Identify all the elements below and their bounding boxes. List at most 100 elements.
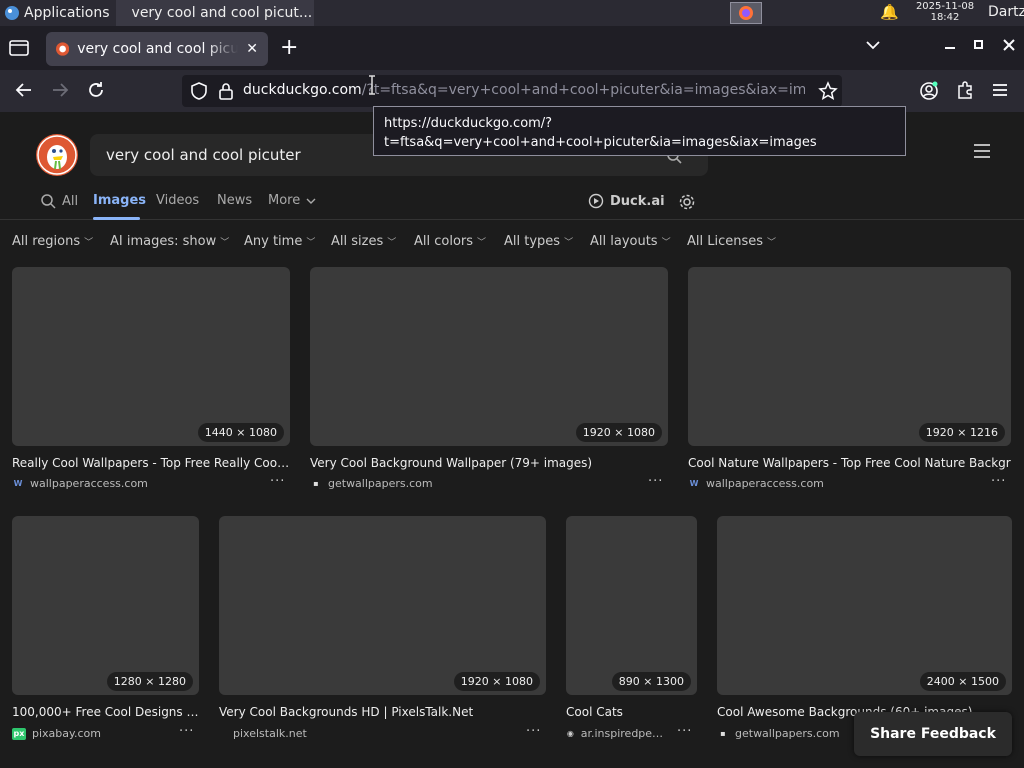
more-options-icon[interactable]: ··· xyxy=(179,724,194,739)
user-menu[interactable]: Dartz xyxy=(988,4,1024,20)
result-title[interactable]: Really Cool Wallpapers - Top Free Really… xyxy=(12,456,290,470)
image-result[interactable]: 1920 × 1080 Very Cool Background Wallpap… xyxy=(310,267,668,497)
result-source-label: pixabay.com xyxy=(32,727,101,740)
filter-ai-images[interactable]: AI images: show ﹀ xyxy=(110,234,229,249)
result-source-label: wallpaperaccess.com xyxy=(30,477,148,490)
tooltip-line-1: https://duckduckgo.com/? xyxy=(384,116,553,131)
gear-icon[interactable] xyxy=(678,193,696,211)
new-tab-button[interactable]: + xyxy=(280,36,298,60)
result-title[interactable]: Very Cool Background Wallpaper (79+ imag… xyxy=(310,456,668,470)
filter-time[interactable]: Any time ﹀ xyxy=(244,234,315,249)
result-title[interactable]: Cool Nature Wallpapers - Top Free Cool N… xyxy=(688,456,1011,470)
duckduckgo-logo[interactable] xyxy=(36,134,78,176)
chat-bubble-icon xyxy=(588,193,604,209)
image-dimensions: 890 × 1300 xyxy=(611,672,691,691)
more-options-icon[interactable]: ··· xyxy=(270,474,285,489)
tab-news[interactable]: News xyxy=(217,193,252,208)
filter-regions[interactable]: All regions ﹀ xyxy=(12,234,93,249)
app-menu-icon[interactable] xyxy=(991,80,1009,100)
url-bar[interactable]: duckduckgo.com/?t=ftsa&q=very+cool+and+c… xyxy=(182,75,842,107)
result-thumbnail[interactable] xyxy=(12,516,199,695)
hamburger-menu-icon[interactable] xyxy=(972,142,992,160)
notification-bell-icon[interactable]: 🔔 xyxy=(880,3,899,21)
result-thumbnail[interactable] xyxy=(688,267,1011,446)
result-source[interactable]: pixelstalk.net xyxy=(219,727,499,740)
image-result[interactable]: 1440 × 1080 Really Cool Wallpapers - Top… xyxy=(12,267,290,497)
firefox-view-icon[interactable] xyxy=(8,38,30,58)
result-source-label: ar.inspiredpencil.com xyxy=(580,727,666,740)
tab-all[interactable]: All xyxy=(40,193,78,209)
filter-sizes[interactable]: All sizes ﹀ xyxy=(331,234,396,249)
chevron-down-icon[interactable] xyxy=(864,38,882,52)
result-source[interactable]: ◉ ar.inspiredpencil.com xyxy=(566,727,666,740)
clock[interactable]: 2025-11-08 18:42 xyxy=(912,1,978,23)
tab-title: very cool and cool picuter at DuckDuckGo xyxy=(77,41,239,57)
result-source[interactable]: Wwallpaperaccess.com xyxy=(12,477,252,490)
more-options-icon[interactable]: ··· xyxy=(991,474,1006,489)
forward-arrow-icon[interactable] xyxy=(50,80,70,100)
result-title[interactable]: Very Cool Backgrounds HD | PixelsTalk.Ne… xyxy=(219,705,546,719)
image-result[interactable]: 1280 × 1280 100,000+ Free Cool Designs &… xyxy=(12,516,199,748)
workspace-switcher[interactable] xyxy=(730,2,762,24)
source-favicon-icon xyxy=(219,728,227,740)
lock-icon[interactable] xyxy=(218,81,234,101)
close-window-icon[interactable] xyxy=(1002,38,1016,52)
result-thumbnail[interactable] xyxy=(310,267,668,446)
minimize-icon[interactable] xyxy=(943,38,957,52)
tab-more-label: More xyxy=(268,193,301,208)
close-tab-icon[interactable]: ✕ xyxy=(246,41,258,57)
url-text[interactable]: duckduckgo.com/?t=ftsa&q=very+cool+and+c… xyxy=(243,82,805,98)
taskbar-window-firefox[interactable]: very cool and cool picut... xyxy=(115,0,314,26)
chevron-down-icon: ﹀ xyxy=(387,238,397,248)
source-favicon-icon: W xyxy=(689,478,699,488)
tracking-protection-shield-icon[interactable] xyxy=(190,81,208,101)
bookmark-star-icon[interactable] xyxy=(818,81,838,101)
tab-more[interactable]: More xyxy=(268,193,316,208)
account-icon[interactable] xyxy=(918,80,940,102)
result-title[interactable]: Cool Cats xyxy=(566,705,697,719)
duck-ai-link[interactable]: Duck.ai xyxy=(588,193,665,209)
image-result[interactable]: 1920 × 1080 Very Cool Backgrounds HD | P… xyxy=(219,516,546,748)
reload-icon[interactable] xyxy=(86,80,106,100)
extensions-puzzle-icon[interactable] xyxy=(955,80,975,100)
tab-videos[interactable]: Videos xyxy=(156,193,199,208)
result-source[interactable]: Wwallpaperaccess.com xyxy=(688,477,978,490)
source-favicon-icon: ▪ xyxy=(720,728,726,738)
result-thumbnail[interactable] xyxy=(12,267,290,446)
result-source[interactable]: px pixabay.com xyxy=(12,727,162,740)
search-icon xyxy=(41,194,56,209)
image-result[interactable]: 1920 × 1216 Cool Nature Wallpapers - Top… xyxy=(688,267,1011,497)
applications-menu[interactable]: Applications xyxy=(0,0,110,26)
result-thumbnail[interactable] xyxy=(717,516,1012,695)
tab-news-label: News xyxy=(217,193,253,208)
tab-images-label: Images xyxy=(93,193,147,208)
chevron-down-icon xyxy=(306,198,316,204)
filter-licenses[interactable]: All Licenses ﹀ xyxy=(687,234,776,249)
filter-types[interactable]: All types ﹀ xyxy=(504,234,573,249)
back-arrow-icon[interactable] xyxy=(14,80,34,100)
tab-duckduckgo[interactable]: very cool and cool picuter at DuckDuckGo… xyxy=(46,32,268,66)
result-thumbnail[interactable] xyxy=(219,516,546,695)
result-source[interactable]: ▪ getwallpapers.com xyxy=(310,477,610,490)
clock-date: 2025-11-08 xyxy=(915,1,975,12)
more-options-icon[interactable]: ··· xyxy=(526,724,541,739)
source-favicon-icon: W xyxy=(13,478,23,488)
chevron-down-icon: ﹀ xyxy=(477,238,487,248)
share-feedback-button[interactable]: Share Feedback xyxy=(854,712,1012,756)
chevron-down-icon: ﹀ xyxy=(564,238,574,248)
more-options-icon[interactable]: ··· xyxy=(677,724,692,739)
text-cursor-icon xyxy=(369,75,375,95)
image-dimensions: 1920 × 1080 xyxy=(575,423,662,442)
image-result[interactable]: 890 × 1300 Cool Cats ◉ ar.inspiredpencil.… xyxy=(566,516,697,748)
more-options-icon[interactable]: ··· xyxy=(648,474,663,489)
result-thumbnail[interactable] xyxy=(566,516,697,695)
result-source-label: getwallpapers.com xyxy=(735,727,840,740)
tab-images[interactable]: Images xyxy=(93,193,146,208)
filter-colors[interactable]: All colors ﹀ xyxy=(414,234,486,249)
filter-layouts[interactable]: All layouts ﹀ xyxy=(590,234,671,249)
result-title[interactable]: 100,000+ Free Cool Designs & Images xyxy=(12,705,199,719)
filter-regions-label: All regions xyxy=(12,234,81,249)
result-source[interactable]: ▪ getwallpapers.com xyxy=(717,727,857,740)
taskbar-window-title: very cool and cool picut... xyxy=(131,5,313,21)
maximize-icon[interactable] xyxy=(972,38,986,52)
